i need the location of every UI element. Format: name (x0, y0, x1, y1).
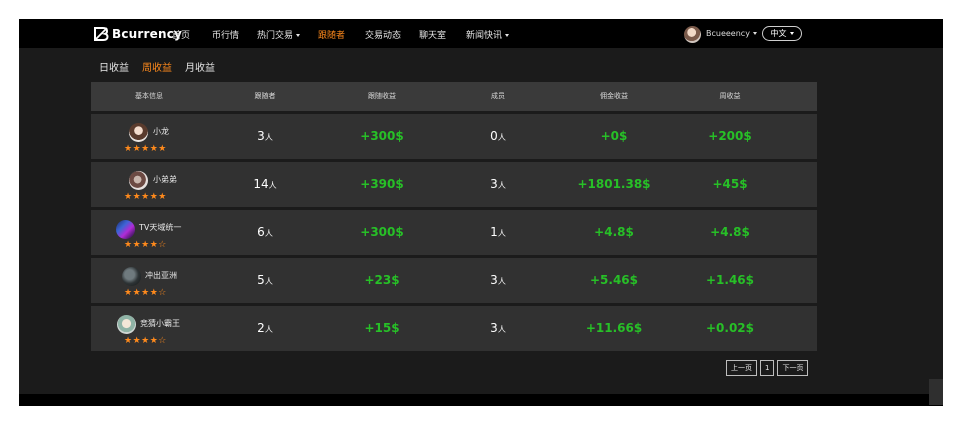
chevron-down-icon (752, 32, 757, 35)
nav-item-trade-feed[interactable]: 交易动态 (365, 28, 401, 41)
trader-name[interactable]: 竞猜小霸王 (140, 318, 180, 329)
weekly-profit-value: +200$ (708, 129, 752, 143)
commission-value: +11.66$ (585, 321, 643, 335)
prev-page-button[interactable]: 上一页 (726, 360, 757, 376)
commission-value: +4.8$ (594, 225, 634, 239)
trader-avatar[interactable] (122, 267, 141, 286)
table-row[interactable]: 小龙 ★★★★★ 3人 +300$ 0人 +0$ +200$ (91, 114, 817, 159)
chevron-down-icon (789, 32, 794, 35)
nav-item-market[interactable]: 币行情 (212, 28, 239, 41)
trader-avatar[interactable] (129, 123, 148, 142)
weekly-profit-value: +45$ (712, 177, 748, 191)
members-count: 3人 (490, 177, 506, 191)
commission-value: +5.46$ (589, 273, 639, 287)
column-follow-profit: 跟随收益 (368, 92, 396, 100)
rating-stars: ★★★★☆ (124, 240, 167, 250)
members-count: 1人 (490, 225, 506, 239)
column-commission: 佣金收益 (600, 92, 628, 100)
tab-weekly-profit[interactable]: 周收益 (142, 63, 172, 74)
members-count: 3人 (490, 321, 506, 335)
tab-daily-profit[interactable]: 日收益 (99, 63, 129, 74)
table-row[interactable]: 小弟弟 ★★★★★ 14人 +390$ 3人 +1801.38$ +45$ (91, 162, 817, 207)
trader-name[interactable]: TV天域统一 (139, 222, 181, 233)
next-page-button[interactable]: 下一页 (777, 360, 809, 376)
top-navigation-bar: Bcurrency 首页 币行情 热门交易 跟随者 交易动态 聊天室 新闻快讯 … (19, 19, 943, 48)
weekly-profit-value: +0.02$ (705, 321, 755, 335)
table-row[interactable]: 竞猜小霸王 ★★★★☆ 2人 +15$ 3人 +11.66$ +0.02$ (91, 306, 817, 351)
column-members: 成员 (491, 92, 505, 100)
members-count: 0人 (490, 129, 506, 143)
members-count: 3人 (490, 273, 506, 287)
footer-bar (19, 394, 943, 406)
pagination: 上一页 1 下一页 (726, 360, 809, 376)
followers-count: 6人 (257, 225, 273, 239)
commission-value: +0$ (600, 129, 628, 143)
trader-avatar[interactable] (117, 315, 136, 334)
table-row[interactable]: 冲出亚洲 ★★★★☆ 5人 +23$ 3人 +5.46$ +1.46$ (91, 258, 817, 303)
chevron-down-icon (296, 34, 301, 37)
followers-count: 3人 (257, 129, 273, 143)
trader-name[interactable]: 小龙 (153, 126, 169, 137)
language-selector[interactable]: 中文 (762, 26, 802, 41)
followers-count: 5人 (257, 273, 273, 287)
rating-stars: ★★★★★ (124, 144, 167, 154)
chevron-down-icon (505, 34, 510, 37)
logo-icon (94, 27, 109, 41)
nav-item-home[interactable]: 首页 (172, 28, 190, 41)
commission-value: +1801.38$ (577, 177, 651, 191)
floating-widget[interactable] (929, 379, 943, 405)
brand-logo[interactable]: Bcurrency (93, 25, 182, 43)
trader-avatar[interactable] (116, 220, 135, 239)
tab-monthly-profit[interactable]: 月收益 (185, 63, 215, 74)
table-row[interactable]: TV天域统一 ★★★★☆ 6人 +300$ 1人 +4.8$ +4.8$ (91, 210, 817, 255)
app-window: Bcurrency 首页 币行情 热门交易 跟随者 交易动态 聊天室 新闻快讯 … (19, 19, 943, 406)
nav-item-chatroom[interactable]: 聊天室 (419, 28, 446, 41)
table-header: 基本信息 跟随者 跟随收益 成员 佣金收益 周收益 (91, 82, 817, 111)
column-followers: 跟随者 (254, 92, 276, 100)
follow-profit-value: +300$ (360, 225, 404, 239)
period-tabs: 日收益 周收益 月收益 (99, 59, 228, 74)
trader-name[interactable]: 冲出亚洲 (145, 270, 177, 281)
followers-count: 14人 (253, 177, 277, 191)
follow-profit-value: +23$ (364, 273, 400, 287)
nav-item-news[interactable]: 新闻快讯 (466, 28, 510, 41)
trader-avatar[interactable] (129, 171, 148, 190)
rating-stars: ★★★★☆ (124, 336, 167, 346)
user-menu[interactable]: Bcueeency (706, 29, 757, 38)
user-avatar[interactable] (684, 26, 701, 43)
follow-profit-value: +15$ (364, 321, 400, 335)
followers-count: 2人 (257, 321, 273, 335)
rating-stars: ★★★★★ (124, 192, 167, 202)
column-weekly-profit: 周收益 (719, 92, 741, 100)
follow-profit-value: +390$ (360, 177, 404, 191)
nav-item-followers[interactable]: 跟随者 (318, 28, 345, 41)
weekly-profit-value: +1.46$ (705, 273, 755, 287)
page-number-button[interactable]: 1 (760, 360, 775, 376)
trader-name[interactable]: 小弟弟 (153, 174, 177, 185)
weekly-profit-value: +4.8$ (710, 225, 750, 239)
follow-profit-value: +300$ (360, 129, 404, 143)
nav-item-hot-trading[interactable]: 热门交易 (257, 28, 301, 41)
rating-stars: ★★★★☆ (124, 288, 167, 298)
column-basic-info: 基本信息 (135, 92, 163, 100)
